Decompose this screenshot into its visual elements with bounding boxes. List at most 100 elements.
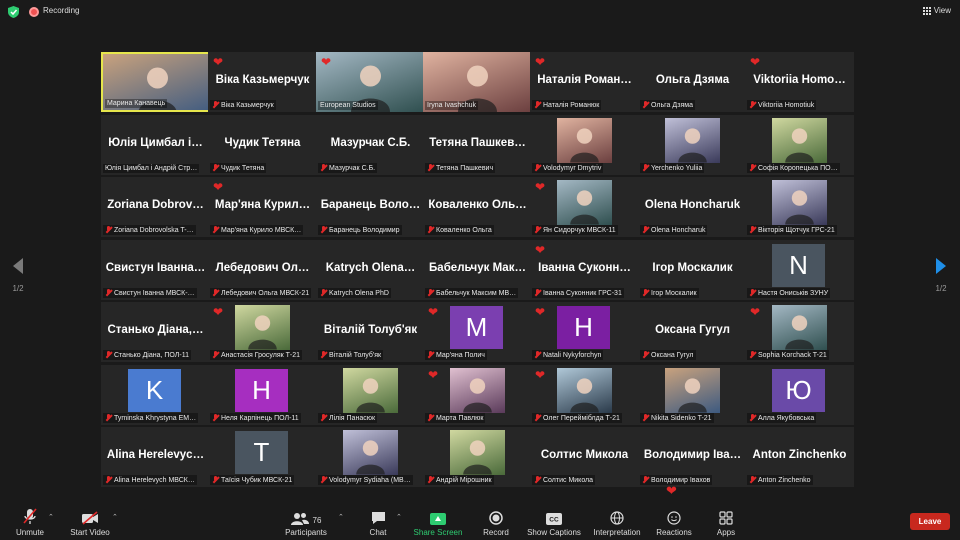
participant-name-caption: Лебедович Ольга МВСК-21 — [210, 288, 312, 298]
participant-tile[interactable]: Olena Honcharuk Olena Honcharuk — [638, 177, 747, 237]
participant-tile[interactable]: Віка Казьмерчук ❤ Віка Казьмерчук — [208, 52, 317, 112]
interpretation-button[interactable]: Interpretation — [590, 508, 644, 537]
participant-tile[interactable]: ❤ Ян Сидорчук МВСК-11 — [530, 177, 639, 237]
muted-mic-icon — [642, 476, 649, 484]
participant-tile[interactable]: ❤ European Studios — [316, 52, 425, 112]
participants-options-caret-icon[interactable]: ⌃ — [338, 513, 344, 521]
participant-caption-text: Katrych Olena PhD — [329, 289, 389, 297]
participant-tile[interactable]: K Tyminska Khrystyna EM… — [101, 365, 210, 425]
participant-tile[interactable]: Alina Herelevyc… Alina Herelevych МВСК… — [101, 427, 210, 487]
chat-options-caret-icon[interactable]: ⌃ — [396, 513, 402, 521]
participant-tile[interactable]: Володимир Іва… Володимир Івахов — [638, 427, 747, 487]
participant-display-name: Віталій Толуб'як — [323, 324, 418, 336]
participant-display-name: Olena Honcharuk — [644, 199, 741, 211]
participant-tile[interactable]: Nikita Sidenko T-21 — [638, 365, 747, 425]
participant-tile[interactable]: Ігор Москалик Ігор Москалик — [638, 240, 747, 300]
view-button[interactable]: View — [922, 6, 951, 15]
participant-tile[interactable]: Оксана Гугул Оксана Гугул — [638, 302, 747, 362]
muted-mic-icon — [320, 289, 327, 297]
participant-video — [343, 430, 398, 475]
participant-display-name: Ольга Дзяма — [655, 74, 730, 86]
participant-tile[interactable]: Volodymyr Dmytriv — [530, 115, 639, 175]
participant-tile[interactable]: Zoriana Dobrov… Zoriana Dobrovolska T-… — [101, 177, 210, 237]
participant-display-name: Alina Herelevyc… — [106, 449, 205, 461]
previous-page-button[interactable]: 1/2 — [4, 258, 32, 293]
participant-name-caption: Anton Zinchenko — [747, 475, 813, 485]
participant-caption-text: Софія Коропецька ПО… — [758, 164, 838, 172]
participant-name-caption: Софія Коропецька ПО… — [747, 163, 840, 173]
participant-tile[interactable]: Марина Канавець — [101, 52, 210, 112]
participant-tile[interactable]: Лебедович Ол… Лебедович Ольга МВСК-21 — [208, 240, 317, 300]
muted-mic-icon — [749, 164, 756, 172]
audio-options-caret-icon[interactable]: ⌃ — [48, 513, 54, 521]
participant-tile[interactable]: Viktoriia Homo… ❤ Viktoriia Homotiuk — [745, 52, 854, 112]
participant-name-caption: Анастасія Гросуляк Т-21 — [210, 350, 303, 360]
participant-tile[interactable]: Ольга Дзяма Ольга Дзяма — [638, 52, 747, 112]
share-screen-button[interactable]: Share Screen — [412, 508, 464, 537]
participant-caption-text: Алла Якубовська — [758, 414, 815, 422]
participant-tile[interactable]: Iryna Ivashchuk — [423, 52, 532, 112]
apps-button[interactable]: Apps — [710, 508, 742, 537]
record-button[interactable]: Record — [479, 508, 513, 537]
participant-caption-text: Тетяна Пашкевич — [436, 164, 494, 172]
participant-tile[interactable]: Мар'яна Курил… ❤ Мар'яна Курило МВСК… — [208, 177, 317, 237]
participant-tile[interactable]: Станько Діана,… Станько Діана, ПОЛ-11 — [101, 302, 210, 362]
participant-tile[interactable]: Коваленко Оль… Коваленко Ольга — [423, 177, 532, 237]
participant-name-caption: Iryna Ivashchuk — [425, 101, 479, 110]
participant-tile[interactable]: Андрій Мірошник — [423, 427, 532, 487]
participant-name-caption: Баранець Володимир — [318, 225, 402, 235]
participant-tile[interactable]: Мазурчак С.Б. Мазурчак С.Б. — [316, 115, 425, 175]
participant-caption-text: Баранець Володимир — [329, 226, 400, 234]
participant-avatar: K — [128, 369, 181, 412]
reactions-button[interactable]: Reactions — [654, 508, 694, 537]
participant-tile[interactable]: ❤ Олег Перейміблда Т-21 — [530, 365, 639, 425]
participants-button[interactable]: 76 Participants — [283, 508, 329, 537]
participant-tile[interactable]: M ❤ Мар'яна Полич — [423, 302, 532, 362]
participant-display-name: Коваленко Оль… — [428, 199, 527, 211]
participant-tile[interactable]: Вікторія Щотчук ГРС-21 — [745, 177, 854, 237]
participant-name-caption: Віка Казьмерчук — [210, 100, 276, 110]
muted-mic-icon — [23, 508, 37, 524]
participant-tile[interactable]: Тетяна Пашкев… Тетяна Пашкевич — [423, 115, 532, 175]
participant-tile[interactable]: Ю Алла Якубовська — [745, 365, 854, 425]
participant-tile[interactable]: Віталій Толуб'як Віталій Толуб'як — [316, 302, 425, 362]
participant-name-caption: Віталій Толуб'як — [318, 350, 384, 360]
muted-mic-icon — [320, 414, 327, 422]
participant-tile[interactable]: ❤ Sophia Korchack T-21 — [745, 302, 854, 362]
participant-tile[interactable]: Volodymyr Sydiaha (МВ… — [316, 427, 425, 487]
video-options-caret-icon[interactable]: ⌃ — [112, 513, 118, 521]
participant-tile[interactable]: Іванна Суконн… ❤ Іванна Суконник ГРС-31 — [530, 240, 639, 300]
muted-mic-icon — [642, 289, 649, 297]
participant-tile[interactable]: N Настя Ониськів ЗУНУ — [745, 240, 854, 300]
participant-tile[interactable]: Солтис Микола Солтис Микола — [530, 427, 639, 487]
unmute-button[interactable]: Unmute — [14, 508, 46, 537]
participant-tile[interactable]: Katrych Olena… Katrych Olena PhD — [316, 240, 425, 300]
leave-button[interactable]: Leave — [910, 513, 950, 530]
participant-tile[interactable]: ❤ Анастасія Гросуляк Т-21 — [208, 302, 317, 362]
participant-tile[interactable]: H Неля Карпінець ПОЛ-11 — [208, 365, 317, 425]
show-captions-button[interactable]: CC Show Captions — [526, 508, 582, 537]
participant-tile[interactable]: Anton Zinchenko Anton Zinchenko — [745, 427, 854, 487]
participant-tile[interactable]: Лілія Панасюк — [316, 365, 425, 425]
participant-tile[interactable]: Баранець Воло… Баранець Володимир — [316, 177, 425, 237]
participant-tile[interactable]: Софія Коропецька ПО… — [745, 115, 854, 175]
chat-button[interactable]: Chat — [362, 508, 394, 537]
share-screen-label: Share Screen — [413, 528, 463, 537]
muted-mic-icon — [534, 476, 541, 484]
participant-tile[interactable]: Наталія Роман… ❤ Наталія Романюк — [530, 52, 639, 112]
participant-tile[interactable]: H ❤ Natali Nykyforchyn — [530, 302, 639, 362]
participant-tile[interactable]: Юлія Цимбал і… Юлія Цимбал і Андрій Стр… — [101, 115, 210, 175]
participant-tile[interactable]: ❤ Марта Павлюк — [423, 365, 532, 425]
participant-tile[interactable]: Бабельчук Мак… Бабельчук Максим МВ… — [423, 240, 532, 300]
participant-tile[interactable]: Свистун Іванна… Свистун Іванна МВСК-… — [101, 240, 210, 300]
participant-name-caption: Viktoriia Homotiuk — [747, 100, 817, 110]
security-shield-icon[interactable] — [8, 6, 19, 18]
participant-tile[interactable]: Yerchenko Yuliia — [638, 115, 747, 175]
next-page-button[interactable]: 1/2 — [927, 258, 955, 293]
muted-mic-icon — [427, 289, 434, 297]
start-video-button[interactable]: Start Video — [67, 508, 113, 537]
participant-tile[interactable]: Чудик Тетяна Чудик Тетяна — [208, 115, 317, 175]
participant-tile[interactable]: T Таїсія Чубик МВСК-21 — [208, 427, 317, 487]
unmute-label: Unmute — [15, 528, 44, 537]
participant-caption-text: Мар'яна Курило МВСК… — [221, 226, 302, 234]
